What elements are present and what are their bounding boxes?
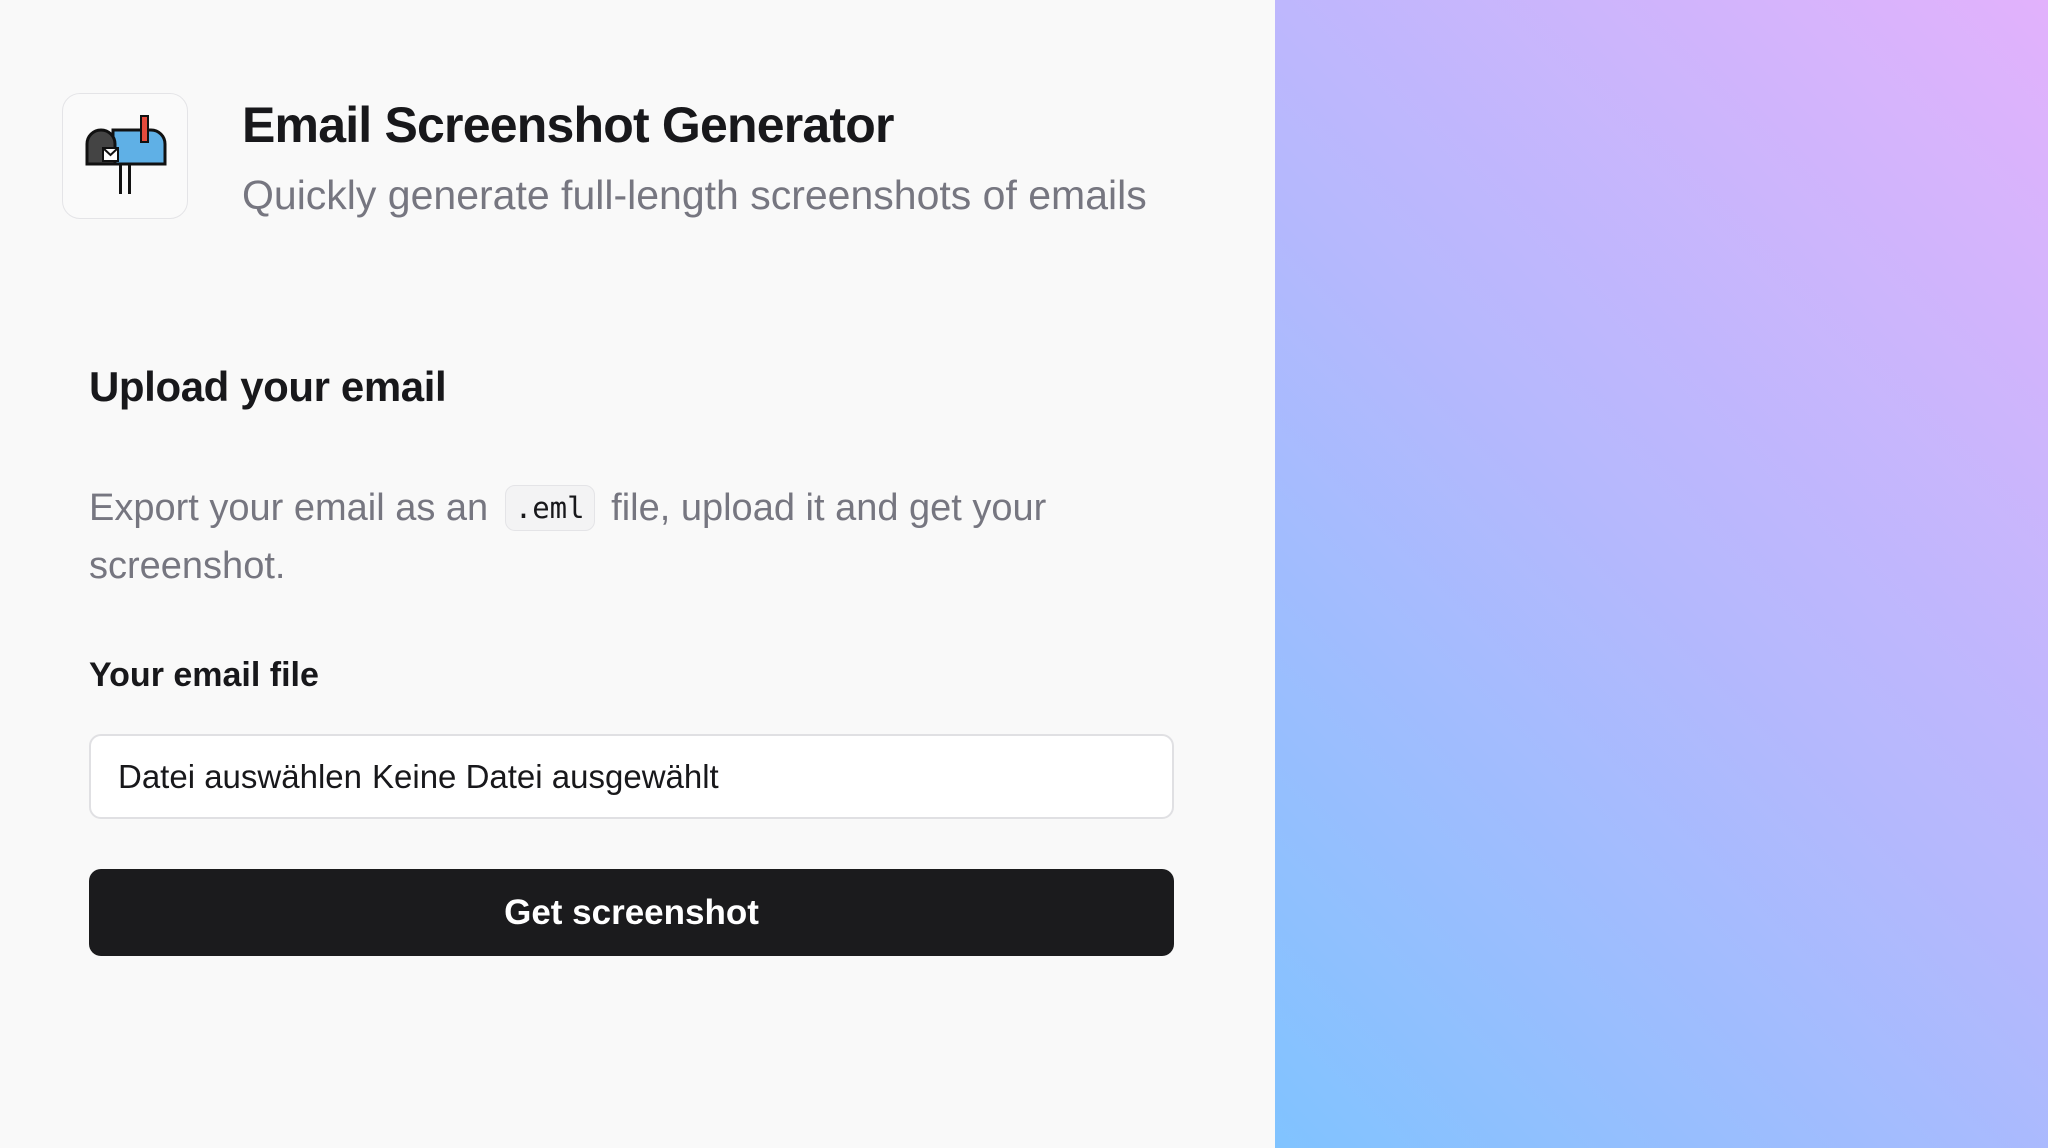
- app-header: Email Screenshot Generator Quickly gener…: [62, 93, 1147, 221]
- form-panel: Email Screenshot Generator Quickly gener…: [0, 0, 1275, 1148]
- file-status-text: Keine Datei ausgewählt: [372, 757, 719, 795]
- email-file-label: Your email file: [89, 656, 319, 694]
- upload-description: Export your email as an .eml file, uploa…: [89, 479, 1199, 595]
- page: Email Screenshot Generator Quickly gener…: [0, 0, 2048, 1148]
- get-screenshot-button[interactable]: Get screenshot: [89, 869, 1174, 956]
- description-text-start: Export your email as an: [89, 487, 489, 529]
- header-text: Email Screenshot Generator Quickly gener…: [242, 93, 1147, 221]
- app-subtitle: Quickly generate full-length screenshots…: [242, 172, 1147, 218]
- app-logo: [62, 93, 188, 219]
- app-title: Email Screenshot Generator: [242, 97, 894, 153]
- mailbox-icon: [85, 115, 167, 194]
- eml-code-chip: .eml: [504, 485, 595, 531]
- section-title: Upload your email: [89, 363, 447, 410]
- gradient-panel: [1275, 0, 2048, 1148]
- choose-file-button[interactable]: Datei auswählen: [118, 758, 362, 796]
- email-file-input[interactable]: Datei auswählen Keine Datei ausgewählt: [89, 734, 1174, 819]
